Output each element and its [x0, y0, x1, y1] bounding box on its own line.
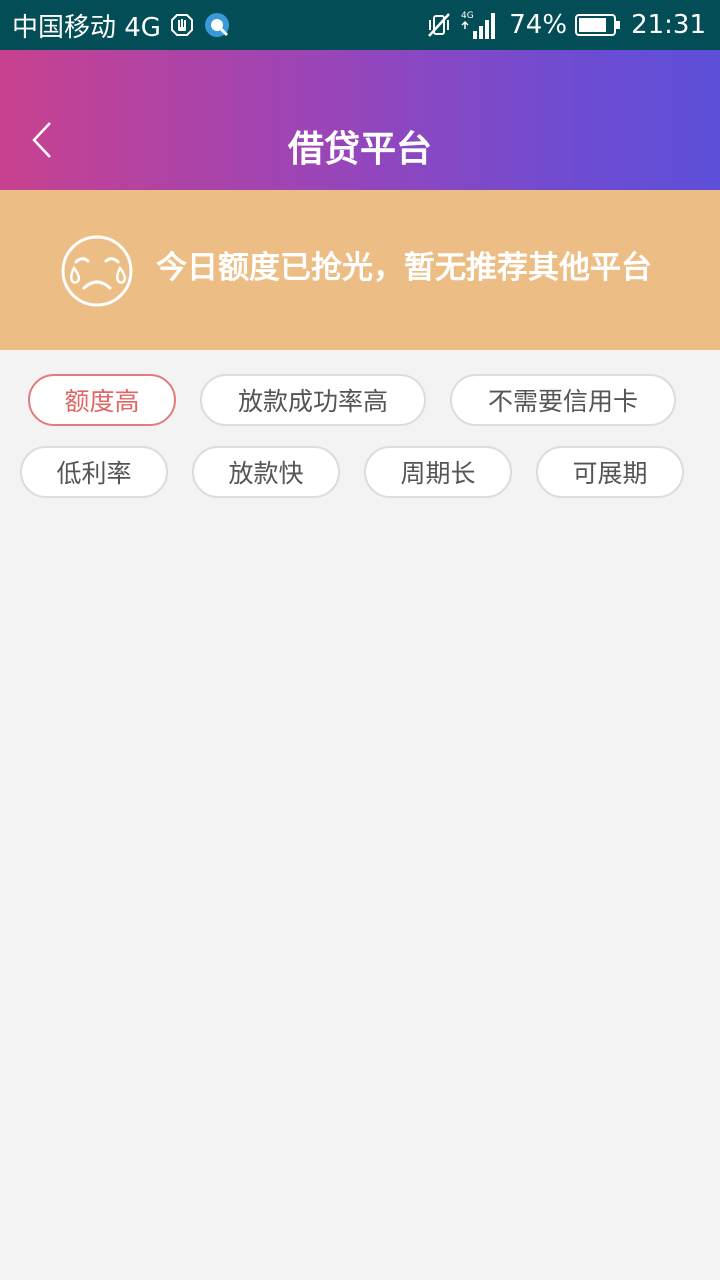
clock: 21:31 [631, 10, 706, 40]
status-left: 中国移动 4G [12, 0, 231, 50]
notice-message: 今日额度已抢光，暂无推荐其他平台 [156, 250, 652, 286]
header-bar: 借贷平台 [0, 50, 720, 190]
tag-long-term[interactable]: 周期长 [364, 446, 512, 498]
battery-icon [575, 12, 621, 38]
tag-low-interest[interactable]: 低利率 [20, 446, 168, 498]
status-bar: 中国移动 4G 4G 74% 21:31 [0, 0, 720, 50]
browser-app-icon [203, 11, 231, 39]
status-right: 4G 74% 21:31 [417, 0, 706, 50]
signal-icon: 4G [461, 9, 497, 41]
hand-stop-icon [169, 12, 195, 38]
vibrate-mute-icon [425, 11, 453, 39]
network-type-label: 4G [461, 11, 474, 21]
tag-no-credit-card-required[interactable]: 不需要信用卡 [450, 374, 676, 426]
notice-banner: 今日额度已抢光，暂无推荐其他平台 [0, 190, 720, 350]
tag-high-approval-rate[interactable]: 放款成功率高 [200, 374, 426, 426]
tag-fast-payout[interactable]: 放款快 [192, 446, 340, 498]
sad-face-icon [61, 235, 133, 307]
carrier-label: 中国移动 4G [12, 12, 161, 43]
tag-extendable[interactable]: 可展期 [536, 446, 684, 498]
page-title: 借贷平台 [287, 129, 432, 170]
battery-percent: 74% [509, 10, 568, 40]
tag-high-credit-limit[interactable]: 额度高 [28, 374, 176, 426]
